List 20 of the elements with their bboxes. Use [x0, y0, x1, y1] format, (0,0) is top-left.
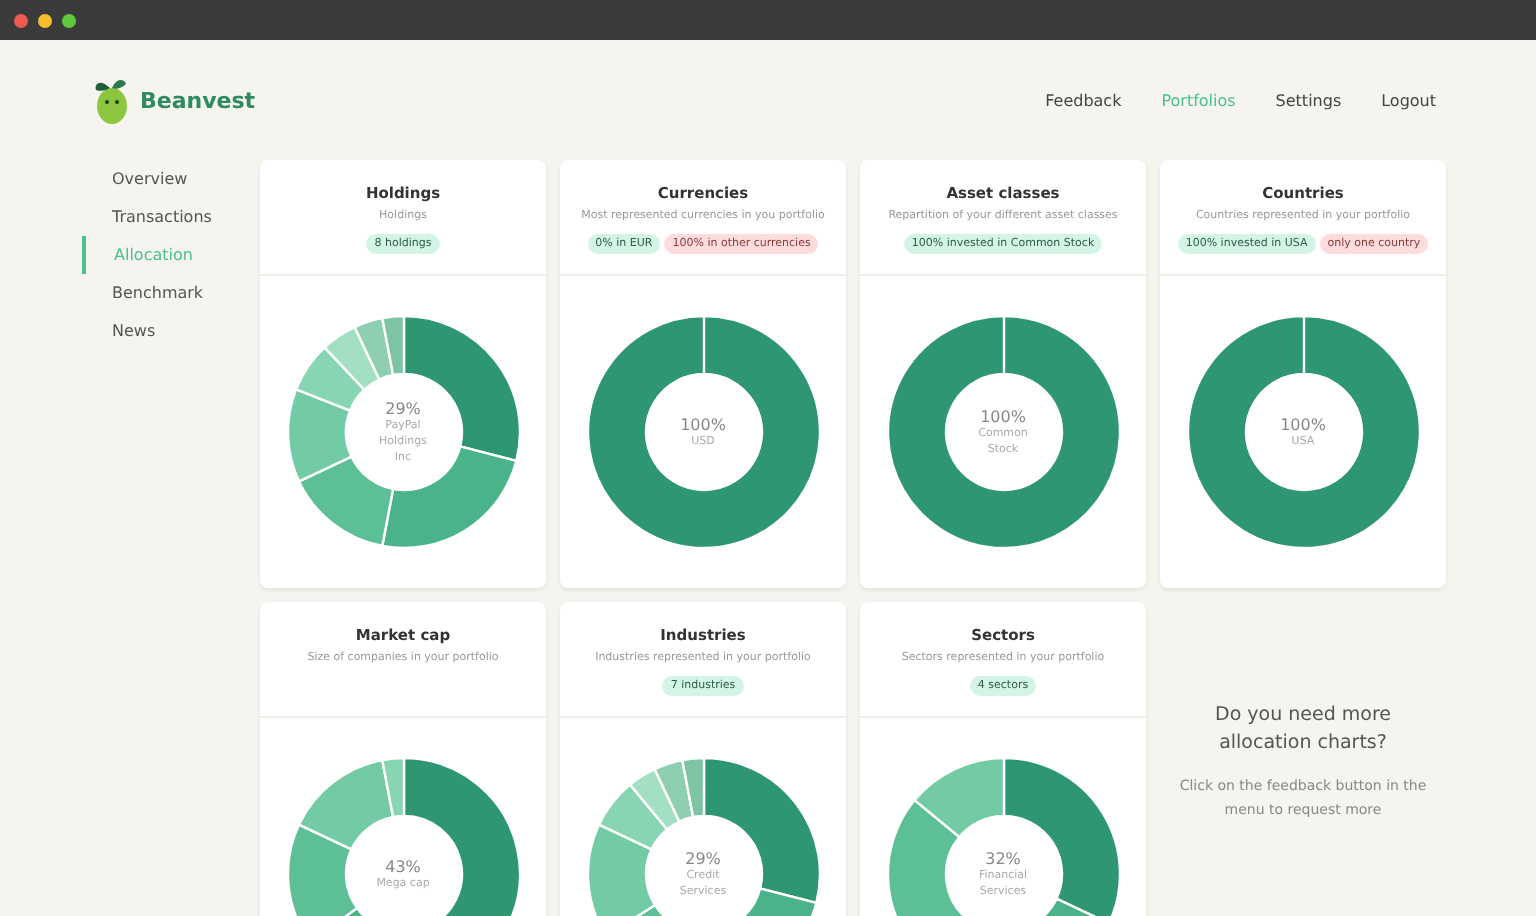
- chart-center-value: 100%: [680, 415, 726, 433]
- nav-link[interactable]: Settings: [1275, 91, 1342, 109]
- nav-link[interactable]: Logout: [1381, 91, 1436, 109]
- sidebar-item[interactable]: Benchmark: [82, 274, 204, 312]
- chart-center-value: 100%: [1280, 415, 1326, 433]
- chart-center-value: 32%: [985, 849, 1021, 867]
- chart-center-value: 100%: [980, 407, 1026, 425]
- sidebar-item[interactable]: Overview: [82, 160, 188, 198]
- chart-center-value: 29%: [685, 849, 721, 867]
- nav-link[interactable]: Feedback: [1045, 91, 1122, 109]
- chart-center-value: 43%: [385, 857, 421, 875]
- chart-center-value: 29%: [385, 399, 421, 417]
- bean-logo-icon: [92, 74, 132, 126]
- sidebar-item[interactable]: News: [82, 312, 156, 350]
- window-close-button[interactable]: [14, 13, 28, 27]
- promo-heading: Do you need more allocation charts?: [1213, 702, 1393, 758]
- window-zoom-button[interactable]: [62, 13, 76, 27]
- sidebar-item[interactable]: Transactions: [82, 198, 212, 236]
- brand-name[interactable]: Beanvest: [140, 87, 256, 113]
- window-minimize-button[interactable]: [38, 13, 52, 27]
